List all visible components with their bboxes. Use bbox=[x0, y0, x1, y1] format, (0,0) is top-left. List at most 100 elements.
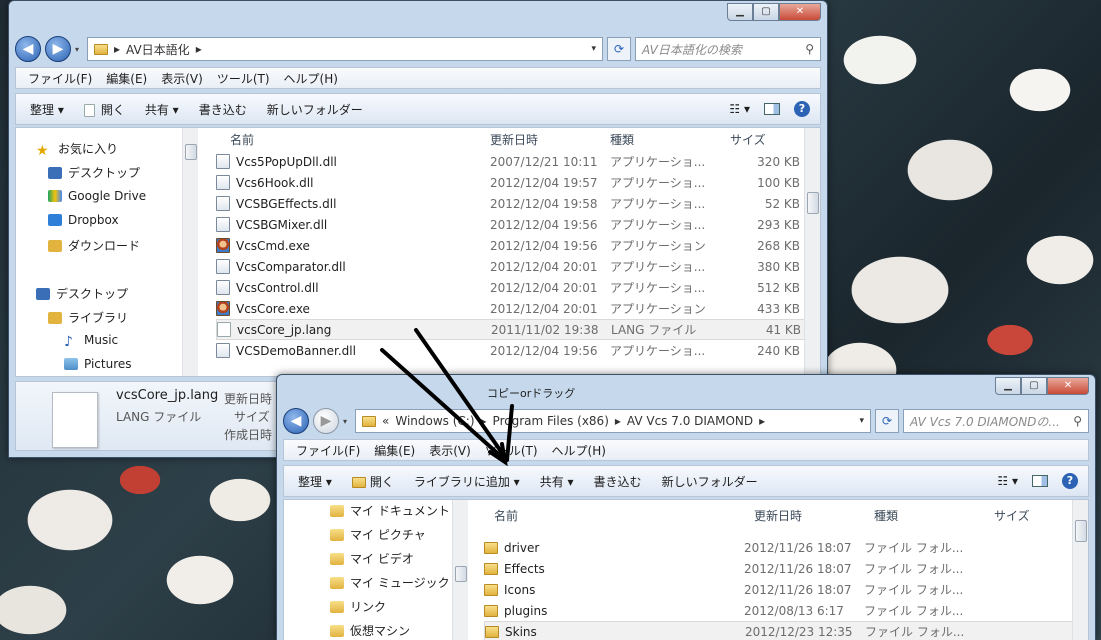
add-to-library-button[interactable]: ライブラリに追加 ▾ bbox=[414, 473, 520, 490]
column-header-size[interactable]: サイズ bbox=[994, 504, 1030, 526]
table-row[interactable]: plugins 2012/08/13 6:17 ファイル フォル... bbox=[484, 600, 1076, 621]
table-row[interactable]: VCSBGEffects.dll 2012/12/04 19:58 アプリケーショ.… bbox=[216, 193, 806, 214]
nav-desktop[interactable]: デスクトップ bbox=[48, 164, 140, 181]
column-header-type[interactable]: 種類 bbox=[610, 128, 634, 150]
menu-tools[interactable]: ツール(T) bbox=[485, 442, 538, 459]
search-input[interactable]: AV日本語化の検索 ⚲ bbox=[635, 37, 821, 61]
menu-view[interactable]: 表示(V) bbox=[161, 70, 203, 87]
maximize-button[interactable]: ▢ bbox=[1021, 377, 1047, 395]
column-header-name[interactable]: 名前 bbox=[230, 128, 254, 150]
back-button[interactable]: ◀ bbox=[283, 408, 309, 434]
menu-tools[interactable]: ツール(T) bbox=[217, 70, 270, 87]
menu-edit[interactable]: 編集(E) bbox=[106, 70, 147, 87]
table-row[interactable]: Skins 2012/12/23 12:35 ファイル フォル... bbox=[484, 621, 1076, 640]
nav-item[interactable]: マイ ドキュメント bbox=[330, 502, 450, 519]
table-row[interactable]: VCSDemoBanner.dll 2012/12/04 19:56 アプリケーショ… bbox=[216, 340, 806, 361]
table-row[interactable]: VcsComparator.dll 2012/12/04 20:01 アプリケーショ… bbox=[216, 256, 806, 277]
menu-help[interactable]: ヘルプ(H) bbox=[284, 70, 338, 87]
table-row[interactable]: VcsCmd.exe 2012/12/04 19:56 アプリケーション 268 KB bbox=[216, 235, 806, 256]
address-bar[interactable]: « Windows (C:) ▸ Program Files (x86) ▸ A… bbox=[355, 409, 871, 433]
table-row[interactable]: VcsControl.dll 2012/12/04 20:01 アプリケーショ...… bbox=[216, 277, 806, 298]
nav-downloads[interactable]: ダウンロード bbox=[48, 237, 140, 254]
table-row[interactable]: Vcs6Hook.dll 2012/12/04 19:57 アプリケーショ... 10… bbox=[216, 172, 806, 193]
column-header-name[interactable]: 名前 bbox=[494, 504, 518, 526]
close-button[interactable]: ✕ bbox=[779, 3, 821, 21]
address-dropdown[interactable]: ▾ bbox=[591, 44, 596, 54]
burn-button[interactable]: 書き込む bbox=[594, 473, 642, 490]
view-options-icon[interactable]: ☷ ▾ bbox=[729, 102, 750, 116]
scroll-thumb[interactable] bbox=[455, 566, 467, 582]
organize-button[interactable]: 整理 ▾ bbox=[298, 473, 332, 490]
refresh-button[interactable]: ⟳ bbox=[875, 409, 899, 433]
address-dropdown[interactable]: ▾ bbox=[859, 416, 864, 426]
table-row[interactable]: vcsCore_jp.lang 2011/11/02 19:38 LANG ファイル… bbox=[216, 319, 806, 340]
breadcrumb-segment[interactable]: AV日本語化 bbox=[126, 41, 190, 58]
nav-scrollbar[interactable] bbox=[182, 128, 198, 376]
table-row[interactable]: Vcs5PopUpDll.dll 2007/12/21 10:11 アプリケーショ.… bbox=[216, 151, 806, 172]
menu-file[interactable]: ファイル(F) bbox=[296, 442, 360, 459]
breadcrumb-overflow[interactable]: « bbox=[382, 414, 389, 428]
column-header-date[interactable]: 更新日時 bbox=[490, 128, 538, 150]
column-header-date[interactable]: 更新日時 bbox=[754, 504, 802, 526]
scroll-thumb[interactable] bbox=[1075, 520, 1087, 542]
nav-library[interactable]: ライブラリ bbox=[48, 309, 128, 326]
nav-item[interactable]: マイ ミュージック bbox=[330, 574, 450, 591]
nav-item[interactable]: リンク bbox=[330, 598, 386, 615]
minimize-button[interactable]: ▁ bbox=[727, 3, 753, 21]
nav-music[interactable]: ♪ Music bbox=[64, 333, 118, 350]
preview-pane-icon[interactable] bbox=[764, 103, 780, 115]
menu-edit[interactable]: 編集(E) bbox=[374, 442, 415, 459]
address-bar[interactable]: ▸ AV日本語化 ▸ ▾ bbox=[87, 37, 603, 61]
recent-pages-dropdown[interactable]: ▾ bbox=[75, 45, 83, 54]
forward-button[interactable]: ▶ bbox=[313, 408, 339, 434]
folder-icon bbox=[484, 604, 498, 617]
file-list-scrollbar[interactable] bbox=[1072, 500, 1088, 640]
table-row[interactable]: driver 2012/11/26 18:07 ファイル フォル... bbox=[484, 537, 1076, 558]
close-button[interactable]: ✕ bbox=[1047, 377, 1089, 395]
menu-file[interactable]: ファイル(F) bbox=[28, 70, 92, 87]
help-icon[interactable]: ? bbox=[1062, 473, 1078, 489]
nav-label: マイ ビデオ bbox=[350, 552, 414, 566]
back-button[interactable]: ◀ bbox=[15, 36, 41, 62]
maximize-button[interactable]: ▢ bbox=[753, 3, 779, 21]
forward-button[interactable]: ▶ bbox=[45, 36, 71, 62]
nav-dropbox[interactable]: Dropbox bbox=[48, 213, 119, 227]
view-options-icon[interactable]: ☷ ▾ bbox=[997, 474, 1018, 488]
nav-pictures[interactable]: Pictures bbox=[64, 357, 132, 371]
nav-google-drive[interactable]: Google Drive bbox=[48, 189, 146, 203]
scroll-thumb[interactable] bbox=[185, 144, 197, 160]
scroll-thumb[interactable] bbox=[807, 192, 819, 214]
table-row[interactable]: Effects 2012/11/26 18:07 ファイル フォル... bbox=[484, 558, 1076, 579]
table-row[interactable]: VcsCore.exe 2012/12/04 20:01 アプリケーション 433 K… bbox=[216, 298, 806, 319]
preview-pane-icon[interactable] bbox=[1032, 475, 1048, 487]
menu-view[interactable]: 表示(V) bbox=[429, 442, 471, 459]
new-folder-button[interactable]: 新しいフォルダー bbox=[267, 101, 363, 118]
column-header-size[interactable]: サイズ bbox=[730, 128, 766, 150]
help-icon[interactable]: ? bbox=[794, 101, 810, 117]
recent-pages-dropdown[interactable]: ▾ bbox=[343, 417, 351, 426]
breadcrumb-segment[interactable]: Windows (C:) bbox=[395, 414, 474, 428]
share-button[interactable]: 共有 ▾ bbox=[540, 473, 574, 490]
table-row[interactable]: Icons 2012/11/26 18:07 ファイル フォル... bbox=[484, 579, 1076, 600]
new-folder-button[interactable]: 新しいフォルダー bbox=[662, 473, 758, 490]
search-input[interactable]: AV Vcs 7.0 DIAMONDの... ⚲ bbox=[903, 409, 1089, 433]
nav-item[interactable]: 仮想マシン bbox=[330, 622, 410, 639]
nav-item[interactable]: マイ ビデオ bbox=[330, 550, 414, 567]
open-button[interactable]: 開く bbox=[351, 473, 394, 490]
nav-desktop-root[interactable]: デスクトップ bbox=[36, 285, 128, 302]
organize-button[interactable]: 整理 ▾ bbox=[30, 101, 64, 118]
nav-item[interactable]: マイ ピクチャ bbox=[330, 526, 426, 543]
minimize-button[interactable]: ▁ bbox=[995, 377, 1021, 395]
menu-help[interactable]: ヘルプ(H) bbox=[552, 442, 606, 459]
table-row[interactable]: VCSBGMixer.dll 2012/12/04 19:56 アプリケーショ...… bbox=[216, 214, 806, 235]
breadcrumb-segment[interactable]: AV Vcs 7.0 DIAMOND bbox=[627, 414, 753, 428]
refresh-button[interactable]: ⟳ bbox=[607, 37, 631, 61]
nav-favorites[interactable]: ★ お気に入り bbox=[36, 140, 118, 159]
column-header-type[interactable]: 種類 bbox=[874, 504, 898, 526]
file-list-scrollbar[interactable] bbox=[804, 128, 820, 376]
share-button[interactable]: 共有 ▾ bbox=[145, 101, 179, 118]
burn-button[interactable]: 書き込む bbox=[199, 101, 247, 118]
nav-scrollbar[interactable] bbox=[452, 500, 468, 640]
breadcrumb-segment[interactable]: Program Files (x86) bbox=[493, 414, 609, 428]
open-button[interactable]: 開く bbox=[83, 101, 125, 118]
